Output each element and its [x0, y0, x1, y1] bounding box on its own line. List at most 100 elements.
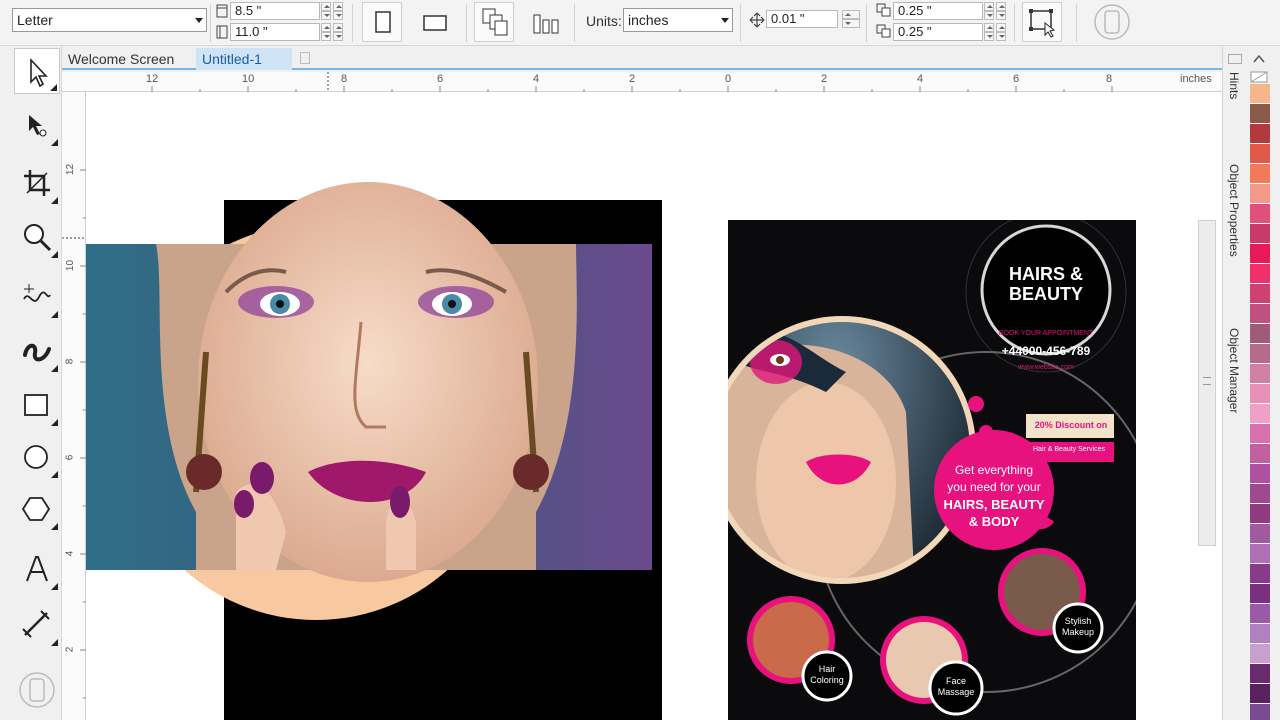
flyer-cta-line: HAIRS, BEAUTY: [943, 497, 1045, 512]
separator: [574, 4, 575, 42]
text-tool[interactable]: [14, 546, 60, 592]
duplicate-y-field[interactable]: 0.25 ": [893, 23, 983, 41]
color-swatch[interactable]: [1250, 664, 1270, 684]
shape-tool[interactable]: [14, 102, 60, 148]
color-swatch[interactable]: [1250, 224, 1270, 244]
color-swatch[interactable]: [1250, 624, 1270, 644]
docker-toggle-icon[interactable]: [1228, 54, 1242, 64]
page-height-field[interactable]: 11.0 ": [230, 23, 320, 41]
color-swatch[interactable]: [1250, 644, 1270, 664]
duplicate-x-spinner[interactable]: [984, 2, 994, 20]
ellipse-tool[interactable]: [14, 434, 60, 480]
rectangle-tool[interactable]: [14, 382, 60, 428]
ruler-label: 8: [341, 73, 348, 85]
width-spinner[interactable]: [321, 2, 331, 20]
page-size-dropdown[interactable]: Letter: [12, 8, 207, 32]
color-swatch[interactable]: [1250, 544, 1270, 564]
docker-tab-object-properties[interactable]: Object Properties: [1227, 164, 1241, 257]
color-swatch[interactable]: [1250, 444, 1270, 464]
flyer-cta-line: you need for your: [947, 480, 1041, 494]
flyer-service-2: Face Massage: [937, 676, 975, 697]
color-swatch[interactable]: [1250, 104, 1270, 124]
artistic-media-tool[interactable]: [14, 328, 60, 374]
palette-scroll-up-icon[interactable]: [1250, 52, 1268, 66]
color-swatch[interactable]: [1250, 284, 1270, 304]
color-swatch[interactable]: [1250, 704, 1270, 720]
duplicate-x-field[interactable]: 0.25 ": [893, 2, 983, 20]
vertical-scrollbar[interactable]: [1198, 220, 1216, 546]
color-swatch[interactable]: [1250, 684, 1270, 704]
docker-tab-label: Object Properties: [1227, 164, 1241, 257]
horizontal-ruler[interactable]: 12 10 8 6 4 2 0 2 4 6 8 inches: [62, 72, 1222, 92]
drawing-canvas[interactable]: HAIRS & BEAUTY BOOK YOUR APPOINTMENT +44…: [86, 92, 1222, 720]
freehand-tool[interactable]: [14, 274, 60, 320]
tab-welcome-screen[interactable]: Welcome Screen: [62, 48, 180, 70]
freehand-icon: [23, 284, 51, 302]
duplicate-y-spinner[interactable]: [984, 23, 994, 41]
docker-tab-object-manager[interactable]: Object Manager: [1227, 328, 1241, 413]
color-swatch[interactable]: [1250, 604, 1270, 624]
ruler-ticks: [151, 72, 1113, 92]
treat-as-filled-button[interactable]: [1022, 2, 1062, 42]
flyer-website: www.website.com: [1018, 364, 1074, 371]
height-lock[interactable]: [333, 23, 343, 41]
color-swatch[interactable]: [1250, 484, 1270, 504]
color-swatch[interactable]: [1250, 344, 1270, 364]
color-swatch[interactable]: [1250, 404, 1270, 424]
units-value: inches: [628, 12, 669, 28]
zoom-tool[interactable]: [14, 214, 60, 260]
color-swatch[interactable]: [1250, 424, 1270, 444]
color-swatch[interactable]: [1250, 244, 1270, 264]
duplicate-y-spinner-2[interactable]: [996, 23, 1006, 41]
color-swatch[interactable]: [1250, 584, 1270, 604]
current-page-button[interactable]: [526, 2, 566, 42]
color-swatch[interactable]: [1250, 264, 1270, 284]
page-width-field[interactable]: 8.5 ": [230, 2, 320, 20]
docker-tab-hints[interactable]: Hints: [1227, 72, 1241, 99]
color-swatch[interactable]: [1250, 564, 1270, 584]
device-icon[interactable]: [1093, 3, 1131, 41]
polygon-icon: [21, 497, 51, 521]
dimension-tool[interactable]: [14, 602, 60, 648]
portrait-button[interactable]: [362, 2, 402, 42]
landscape-button[interactable]: [414, 2, 454, 42]
flyer-phone: +44000-456-789: [1001, 344, 1091, 358]
color-swatch[interactable]: [1250, 204, 1270, 224]
color-swatch[interactable]: [1250, 524, 1270, 544]
nudge-spinner[interactable]: [842, 10, 860, 28]
color-palette[interactable]: [1248, 84, 1272, 720]
duplicate-x-spinner-2[interactable]: [996, 2, 1006, 20]
polygon-tool[interactable]: [14, 486, 60, 532]
color-swatch[interactable]: [1250, 124, 1270, 144]
device-icon[interactable]: [17, 670, 57, 710]
color-swatch[interactable]: [1250, 364, 1270, 384]
color-swatch[interactable]: [1250, 384, 1270, 404]
color-swatch[interactable]: [1250, 84, 1270, 104]
units-label: Units:: [586, 13, 622, 29]
ruler-label: 8: [1106, 73, 1113, 85]
color-swatch[interactable]: [1250, 184, 1270, 204]
color-swatch[interactable]: [1250, 464, 1270, 484]
color-swatch[interactable]: [1250, 304, 1270, 324]
units-dropdown[interactable]: inches: [623, 8, 733, 32]
color-swatch[interactable]: [1250, 504, 1270, 524]
color-swatch[interactable]: [1250, 144, 1270, 164]
width-lock[interactable]: [333, 2, 343, 20]
color-swatch[interactable]: [1250, 324, 1270, 344]
zoom-icon: [24, 224, 52, 252]
crop-tool[interactable]: [14, 160, 60, 206]
pick-tool[interactable]: [14, 48, 60, 94]
flyer-service-1: Hair Coloring: [810, 664, 844, 685]
separator: [352, 4, 353, 42]
all-pages-button[interactable]: [474, 2, 514, 42]
close-tab-icon[interactable]: [300, 52, 310, 64]
tab-untitled-1[interactable]: Untitled-1: [196, 48, 292, 70]
color-swatch[interactable]: [1250, 164, 1270, 184]
vertical-ruler[interactable]: 12 10 8 6 4 2: [62, 92, 86, 720]
height-spinner[interactable]: [321, 23, 331, 41]
no-color-swatch[interactable]: [1250, 70, 1268, 83]
ruler-unit: inches: [1180, 73, 1212, 85]
portrait-icon: [375, 11, 391, 33]
nudge-distance-field[interactable]: 0.01 ": [766, 10, 838, 28]
toolbox: [0, 46, 62, 720]
